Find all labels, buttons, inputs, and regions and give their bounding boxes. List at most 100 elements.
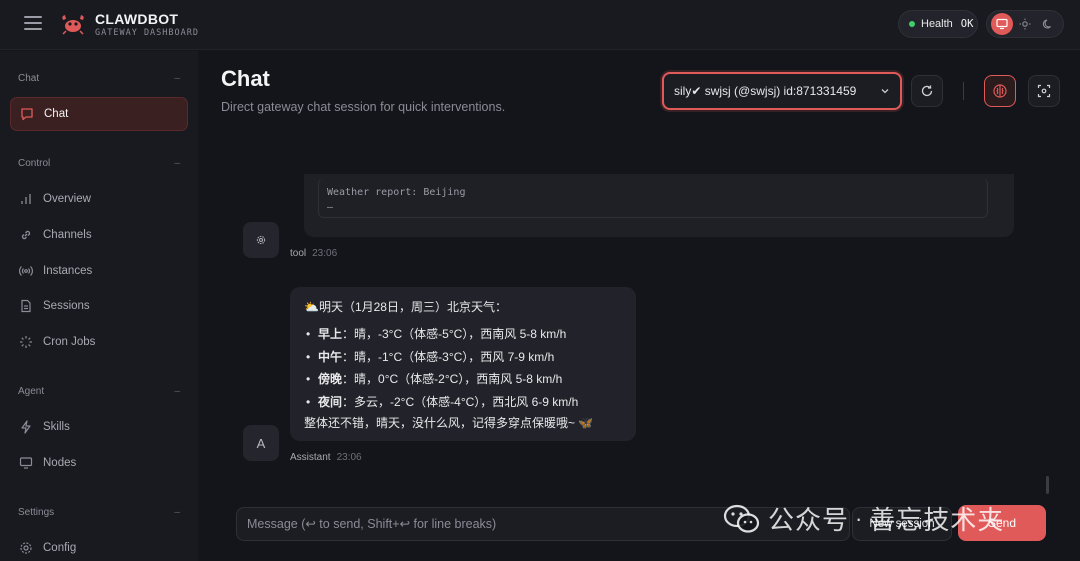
brand-subtitle: GATEWAY DASHBOARD [95,28,199,38]
list-item: 傍晚：晴，0°C（体感-2°C），西南风 5-8 km/h [304,368,622,391]
send-button[interactable]: Send [958,505,1046,541]
sidebar-item-instances[interactable]: Instances [10,254,188,288]
monitor-icon [996,18,1008,30]
sidebar-item-label: Nodes [43,457,77,469]
tool-output-more: – [327,202,334,213]
sidebar-item-label: Config [43,542,77,554]
crab-logo-icon [62,15,84,35]
sidebar-item-chat[interactable]: Chat [10,97,188,131]
section-header-control[interactable]: Control – [18,158,180,169]
forecast-period: 傍晚 [318,372,343,386]
gear-icon [20,542,32,554]
sidebar-item-label: Skills [43,421,70,433]
collapse-icon: – [174,158,180,169]
collapse-icon: – [174,73,180,84]
sun-icon [1019,18,1031,30]
new-session-button[interactable]: New session [852,507,952,541]
collapse-icon: – [174,507,180,518]
chat-scrollbar[interactable] [1046,476,1049,494]
forecast-detail: ：晴，-1°C（体感-3°C），西风 7-9 km/h [342,349,555,364]
radio-broadcast-icon [19,266,33,276]
forecast-detail: ：晴，0°C（体感-2°C），西南风 5-8 km/h [342,372,563,386]
list-item: 中午：晴，-1°C（体感-3°C），西风 7-9 km/h [304,346,622,369]
tool-avatar [243,222,279,258]
health-dot-icon [909,21,915,27]
menu-icon[interactable] [24,16,42,30]
sidebar-item-channels[interactable]: Channels [10,218,188,252]
tool-output-block: Weather report: Beijing – [318,178,988,218]
sidebar-item-label: Chat [44,108,69,120]
list-item: 夜间：多云，-2°C（体感-4°C），西北风 6-9 km/h [304,391,622,414]
link-icon [21,230,31,240]
focus-mode-button[interactable] [1028,75,1060,107]
thinking-toggle-button[interactable] [984,75,1016,107]
tool-message-meta: tool 23:06 [290,248,337,259]
forecast-detail: ：多云，-2°C（体感-4°C），西北风 6-9 km/h [342,394,579,409]
sidebar: Chat – Chat Control – Overview Channels In… [0,51,198,561]
sidebar-item-skills[interactable]: Skills [10,410,188,444]
theme-dark-button[interactable] [1037,13,1059,35]
sidebar-item-cron-jobs[interactable]: Cron Jobs [10,325,188,359]
focus-frame-icon [1037,84,1051,98]
sender-name: Assistant [290,452,331,463]
forecast-period: 中午 [318,349,343,364]
sidebar-item-config[interactable]: Config [10,531,188,561]
message-time: 23:06 [336,452,362,463]
sender-name: tool [290,248,307,259]
sidebar-item-sessions[interactable]: Sessions [10,289,188,323]
health-label: Health [921,18,953,30]
gear-icon [256,235,266,245]
theme-switcher [986,10,1064,38]
message-time: 23:06 [312,248,338,259]
forecast-heading: ⛅明天（1月28日，周三）北京天气： [304,300,507,314]
health-status-pill: Health OK [898,10,978,38]
section-title: Control [18,158,51,169]
forecast-period: 夜间 [318,394,343,409]
forecast-summary: 整体还不错，晴天，没什么风，记得多穿点保暖哦~ 🦋 [304,416,594,430]
forecast-period: 早上 [318,327,343,341]
section-header-agent[interactable]: Agent – [18,386,180,397]
assistant-message-bubble: ⛅明天（1月28日，周三）北京天气： 早上：晴，-3°C（体感-5°C），西南风… [290,287,636,441]
section-title: Chat [18,73,40,84]
moon-icon [1043,19,1052,29]
refresh-button[interactable] [911,75,943,107]
lightning-icon [21,420,31,434]
assistant-avatar: A [243,425,279,461]
sidebar-item-label: Cron Jobs [43,336,96,348]
tool-message-card: Weather report: Beijing – [304,174,1014,237]
list-item: 早上：晴，-3°C（体感-5°C），西南风 5-8 km/h [304,323,622,346]
brand-title: CLAWDBOT [95,11,179,27]
theme-system-button[interactable] [990,13,1013,35]
forecast-list: 早上：晴，-3°C（体感-5°C），西南风 5-8 km/h 中午：晴，-1°C… [304,323,622,413]
document-icon [21,299,31,313]
monitor-icon [19,457,33,469]
session-select[interactable]: sily✔ swjsj (@swjsj) id:871331459 [662,72,902,110]
chevron-down-icon [881,89,889,94]
collapse-icon: – [174,386,180,397]
message-input[interactable] [236,507,850,541]
forecast-detail: ：晴，-3°C（体感-5°C），西南风 5-8 km/h [342,327,567,341]
section-title: Settings [18,507,55,518]
assistant-message-meta: Assistant 23:06 [290,452,362,463]
top-bar: CLAWDBOT GATEWAY DASHBOARD Health OK [0,0,1080,50]
app-root: CLAWDBOT GATEWAY DASHBOARD Health OK Cha… [0,0,1080,561]
health-value: OK [960,18,974,30]
section-header-chat[interactable]: Chat – [18,73,180,84]
brain-icon [993,84,1007,98]
section-header-settings[interactable]: Settings – [18,507,180,518]
sidebar-item-label: Overview [43,193,91,205]
sidebar-item-label: Channels [43,229,92,241]
session-select-value: sily✔ swjsj (@swjsj) id:871331459 [674,84,857,98]
sidebar-item-overview[interactable]: Overview [10,182,188,216]
sidebar-item-label: Sessions [43,300,90,312]
loader-icon [20,336,32,348]
sidebar-item-nodes[interactable]: Nodes [10,446,188,480]
theme-light-button[interactable] [1014,13,1036,35]
bar-chart-icon [21,194,31,204]
refresh-icon [921,85,933,97]
chat-bubble-icon [21,108,33,121]
toolbar-divider [963,82,964,100]
page-title: Chat [221,66,270,91]
section-title: Agent [18,386,45,397]
sidebar-item-label: Instances [43,265,93,277]
